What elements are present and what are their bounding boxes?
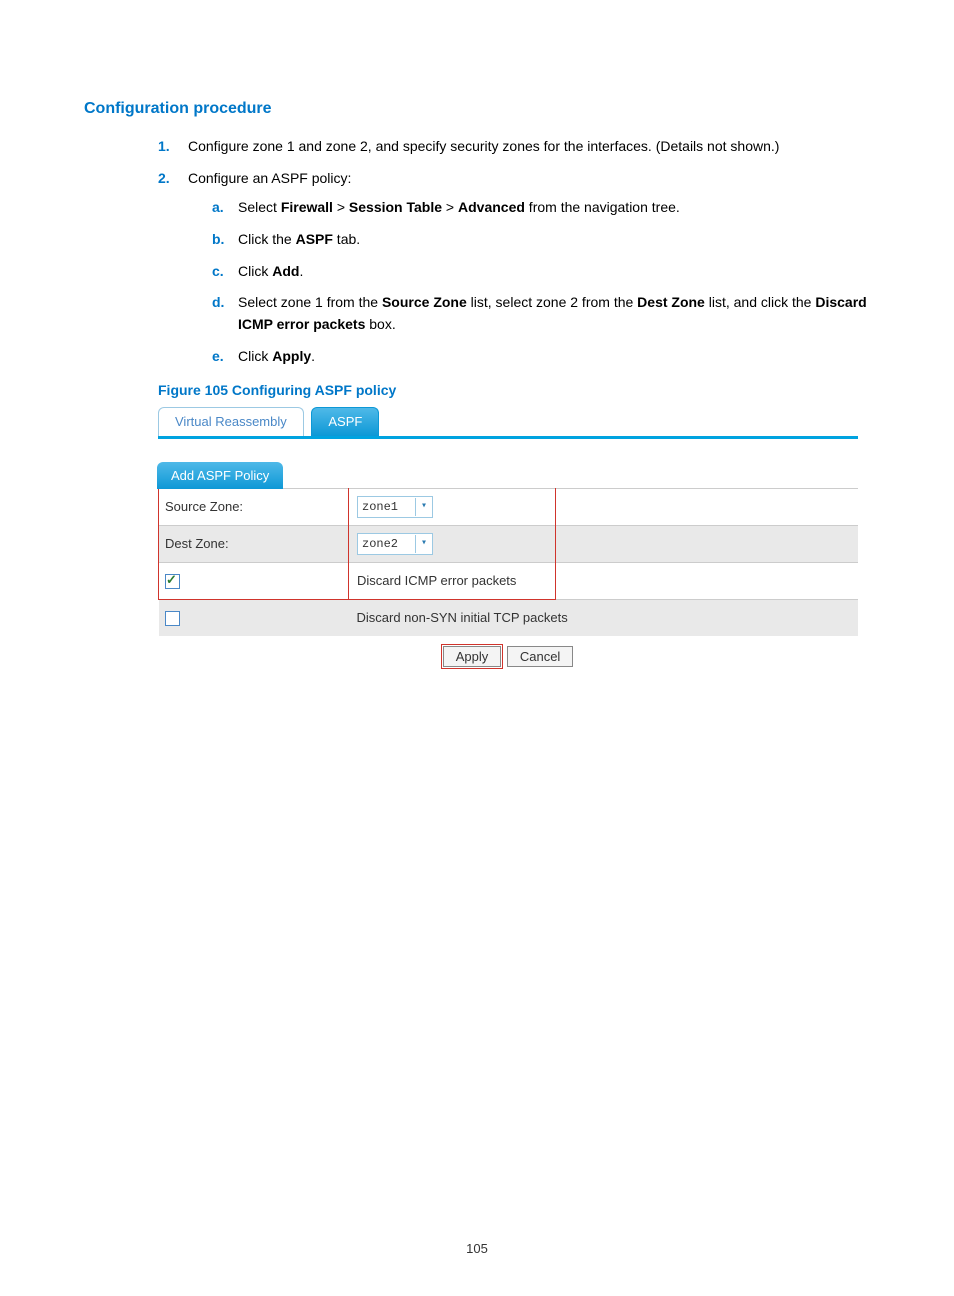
- panel-title: Add ASPF Policy: [157, 462, 283, 489]
- row-source-zone: Source Zone: zone1 ▾: [159, 488, 859, 525]
- substep-marker: a.: [212, 197, 224, 219]
- substep-marker: e.: [212, 346, 224, 368]
- figure-aspf-config: Virtual Reassembly ASPF Add ASPF Policy …: [158, 404, 858, 669]
- tab-virtual-reassembly[interactable]: Virtual Reassembly: [158, 407, 304, 436]
- substep-text: Click Apply.: [238, 348, 315, 364]
- ordered-steps: 1. Configure zone 1 and zone 2, and spec…: [158, 136, 870, 368]
- step-text: Configure zone 1 and zone 2, and specify…: [188, 138, 779, 154]
- label-discard-icmp: Discard ICMP error packets: [349, 562, 556, 599]
- substep-text: Click Add.: [238, 263, 303, 279]
- label-discard-nonsyn: Discard non-SYN initial TCP packets: [349, 599, 859, 636]
- label-source-zone: Source Zone:: [159, 488, 349, 525]
- step-marker: 1.: [158, 136, 170, 158]
- substep-marker: c.: [212, 261, 224, 283]
- page-number: 105: [0, 1241, 954, 1256]
- substep-a: a. Select Firewall > Session Table > Adv…: [212, 197, 870, 219]
- dropdown-source-zone[interactable]: zone1 ▾: [357, 496, 433, 518]
- section-heading: Configuration procedure: [84, 100, 870, 118]
- cancel-button[interactable]: Cancel: [507, 646, 573, 667]
- figure-caption: Figure 105 Configuring ASPF policy: [158, 382, 870, 398]
- chevron-down-icon: ▾: [415, 498, 432, 516]
- substep-marker: b.: [212, 229, 224, 251]
- button-row: Apply Cancel: [158, 636, 858, 669]
- label-dest-zone: Dest Zone:: [159, 525, 349, 562]
- tab-aspf[interactable]: ASPF: [311, 407, 379, 436]
- step-text: Configure an ASPF policy:: [188, 170, 351, 186]
- step-1: 1. Configure zone 1 and zone 2, and spec…: [158, 136, 870, 158]
- step-marker: 2.: [158, 168, 170, 190]
- dropdown-value: zone2: [358, 537, 415, 551]
- aspf-form-table: Source Zone: zone1 ▾ Dest Zone: zone2 ▾: [158, 488, 858, 636]
- substep-text: Click the ASPF tab.: [238, 231, 360, 247]
- row-discard-icmp: Discard ICMP error packets: [159, 562, 859, 599]
- tab-row: Virtual Reassembly ASPF: [158, 404, 858, 439]
- chevron-down-icon: ▾: [415, 535, 432, 553]
- apply-button[interactable]: Apply: [443, 646, 502, 667]
- dropdown-value: zone1: [358, 500, 415, 514]
- dropdown-dest-zone[interactable]: zone2 ▾: [357, 533, 433, 555]
- checkbox-discard-icmp[interactable]: [165, 574, 180, 589]
- checkbox-discard-nonsyn[interactable]: [165, 611, 180, 626]
- row-dest-zone: Dest Zone: zone2 ▾: [159, 525, 859, 562]
- substep-b: b. Click the ASPF tab.: [212, 229, 870, 251]
- substep-e: e. Click Apply.: [212, 346, 870, 368]
- substep-d: d. Select zone 1 from the Source Zone li…: [212, 292, 870, 335]
- substep-text: Select zone 1 from the Source Zone list,…: [238, 294, 867, 332]
- substep-text: Select Firewall > Session Table > Advanc…: [238, 199, 680, 215]
- substep-marker: d.: [212, 292, 224, 314]
- substep-c: c. Click Add.: [212, 261, 870, 283]
- row-discard-nonsyn: Discard non-SYN initial TCP packets: [159, 599, 859, 636]
- step-2: 2. Configure an ASPF policy: a. Select F…: [158, 168, 870, 368]
- substeps: a. Select Firewall > Session Table > Adv…: [212, 197, 870, 367]
